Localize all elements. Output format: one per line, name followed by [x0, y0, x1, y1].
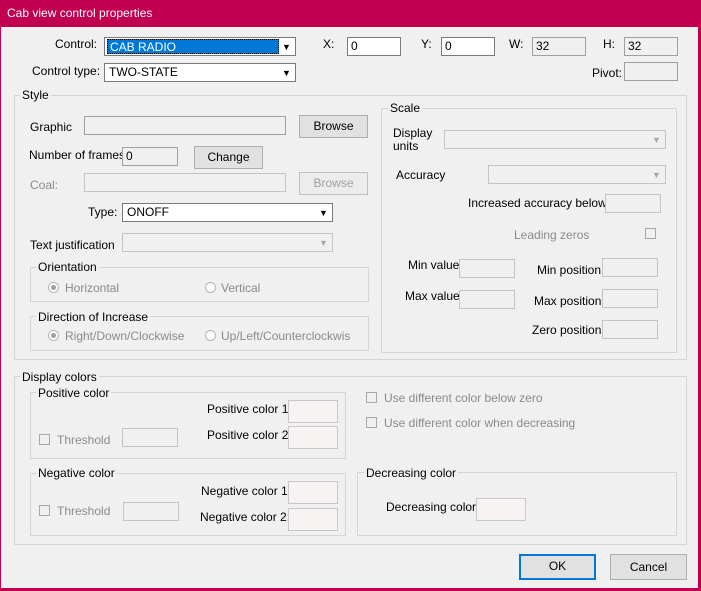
- below-zero-label: Use different color below zero: [384, 391, 543, 405]
- decreasing-color-legend: Decreasing color: [364, 466, 459, 480]
- min-position-label: Min position: [537, 263, 602, 277]
- positive-color1-swatch[interactable]: [288, 400, 338, 423]
- leading-zeros-label: Leading zeros: [514, 228, 590, 242]
- positive-threshold-label: Threshold: [57, 433, 111, 447]
- direction-option1-label: Right/Down/Clockwise: [65, 329, 185, 343]
- max-position-label: Max position: [534, 294, 602, 308]
- graphic-browse-button[interactable]: Browse: [299, 115, 368, 138]
- w-field: 32: [532, 37, 586, 56]
- type-label: Type:: [88, 205, 118, 219]
- direction-option2-radio[interactable]: [205, 330, 216, 341]
- type-value: ONOFF: [127, 205, 169, 219]
- horizontal-label: Horizontal: [65, 281, 120, 295]
- positive-threshold-field: [122, 428, 178, 447]
- min-position-field: [602, 258, 658, 277]
- y-input[interactable]: 0: [441, 37, 495, 56]
- window-frame-left: [0, 27, 1, 591]
- frames-label: Number of frames:: [29, 148, 129, 162]
- change-button[interactable]: Change: [194, 146, 263, 169]
- h-label: H:: [603, 37, 615, 51]
- accuracy-combo[interactable]: ▼: [488, 165, 666, 184]
- coal-field: [84, 173, 286, 192]
- graphic-label: Graphic: [30, 120, 73, 134]
- y-label: Y:: [421, 37, 432, 51]
- min-value-field: [459, 259, 515, 278]
- positive-threshold-checkbox[interactable]: [39, 434, 50, 445]
- increased-accuracy-label: Increased accuracy below:: [468, 196, 611, 210]
- type-combo[interactable]: ONOFF ▼: [122, 203, 333, 222]
- control-type-value: TWO-STATE: [109, 65, 178, 79]
- w-label: W:: [509, 37, 524, 51]
- max-value-label: Max value: [405, 289, 460, 303]
- negative-threshold-label: Threshold: [57, 504, 111, 518]
- direction-legend: Direction of Increase: [36, 310, 151, 324]
- display-colors-legend: Display colors: [20, 370, 99, 384]
- below-zero-checkbox[interactable]: [366, 392, 377, 403]
- scale-legend: Scale: [388, 101, 423, 115]
- positive-color-legend: Positive color: [36, 386, 112, 400]
- zero-position-field: [602, 320, 658, 339]
- style-legend: Style: [20, 88, 51, 102]
- negative-threshold-field: [123, 502, 179, 521]
- chevron-down-icon[interactable]: ▼: [648, 131, 665, 148]
- ok-button[interactable]: OK: [519, 554, 596, 580]
- window-title: Cab view control properties: [7, 6, 153, 20]
- h-field: 32: [624, 37, 678, 56]
- zero-position-label: Zero position: [532, 323, 602, 337]
- negative-color1-label: Negative color 1:: [201, 484, 292, 498]
- max-value-field: [459, 290, 515, 309]
- display-units-combo[interactable]: ▼: [444, 130, 666, 149]
- pivot-field: [624, 62, 678, 81]
- accuracy-label: Accuracy: [396, 168, 446, 182]
- display-units-label-1: Display: [393, 126, 433, 140]
- control-combo[interactable]: CAB RADIO ▼: [104, 37, 296, 56]
- when-decreasing-checkbox[interactable]: [366, 417, 377, 428]
- when-decreasing-label: Use different color when decreasing: [384, 416, 576, 430]
- chevron-down-icon[interactable]: ▼: [278, 64, 295, 81]
- horizontal-radio[interactable]: [48, 282, 59, 293]
- negative-color1-swatch[interactable]: [288, 481, 338, 504]
- max-position-field: [602, 289, 658, 308]
- increased-accuracy-field: [605, 194, 661, 213]
- control-type-label: Control type:: [32, 64, 101, 78]
- x-input[interactable]: 0: [347, 37, 401, 56]
- coal-browse-button[interactable]: Browse: [299, 172, 368, 195]
- negative-color2-swatch[interactable]: [288, 508, 338, 531]
- vertical-radio[interactable]: [205, 282, 216, 293]
- negative-threshold-checkbox[interactable]: [39, 505, 50, 516]
- chevron-down-icon[interactable]: ▼: [315, 204, 332, 221]
- chevron-down-icon[interactable]: ▼: [648, 166, 665, 183]
- chevron-down-icon[interactable]: ▼: [315, 234, 332, 251]
- decreasing-color-swatch[interactable]: [476, 498, 526, 521]
- positive-color1-label: Positive color 1:: [207, 402, 292, 416]
- x-label: X:: [323, 37, 335, 51]
- justification-label: Text justification: [30, 238, 115, 252]
- leading-zeros-checkbox[interactable]: [645, 228, 656, 239]
- direction-option1-radio[interactable]: [48, 330, 59, 341]
- positive-color2-swatch[interactable]: [288, 426, 338, 449]
- graphic-field: [84, 116, 286, 135]
- coal-label: Coal:: [30, 178, 59, 192]
- min-value-label: Min value: [408, 258, 460, 272]
- negative-color-legend: Negative color: [36, 466, 117, 480]
- orientation-legend: Orientation: [36, 260, 99, 274]
- control-combo-value: CAB RADIO: [107, 39, 279, 54]
- cancel-button[interactable]: Cancel: [610, 554, 687, 580]
- direction-option2-label: Up/Left/Counterclockwis: [221, 329, 351, 343]
- positive-color2-label: Positive color 2:: [207, 428, 292, 442]
- justification-combo[interactable]: ▼: [122, 233, 333, 252]
- vertical-label: Vertical: [221, 281, 261, 295]
- control-label: Control:: [55, 37, 98, 51]
- pivot-label: Pivot:: [592, 66, 623, 80]
- control-type-combo[interactable]: TWO-STATE ▼: [104, 63, 296, 82]
- negative-color2-label: Negative color 2:: [200, 510, 291, 524]
- decreasing-color-label: Decreasing color:: [386, 500, 480, 514]
- chevron-down-icon[interactable]: ▼: [278, 38, 295, 55]
- display-units-label-2: units: [393, 139, 419, 153]
- frames-field: 0: [122, 147, 178, 166]
